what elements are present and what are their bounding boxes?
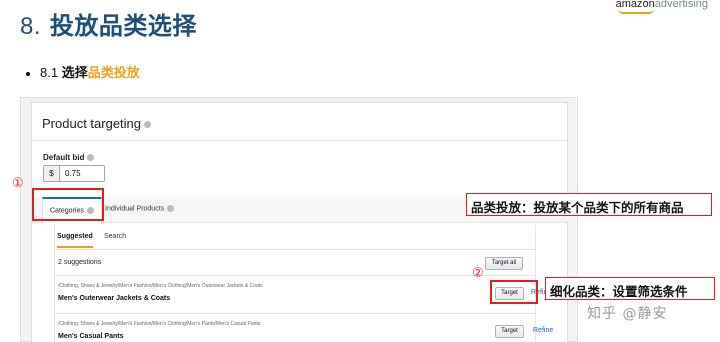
- info-icon: [87, 154, 95, 162]
- default-bid-label: Default bid: [43, 153, 95, 162]
- refine-link[interactable]: Refine: [533, 327, 553, 334]
- category-name: Men's Casual Pants: [58, 333, 124, 340]
- target-button[interactable]: Target: [495, 325, 524, 338]
- zhihu-watermark: 知乎 @静安: [587, 306, 668, 322]
- amazon-advertising-logo: amazonadvertising: [616, 0, 708, 14]
- subtab-bar: Suggested Search: [55, 225, 535, 250]
- slide-title: 8. 投放品类选择: [20, 12, 197, 40]
- bid-value: 0.75: [65, 169, 81, 178]
- default-bid-input[interactable]: $ 0.75: [43, 165, 105, 182]
- info-icon: [167, 205, 175, 212]
- suggestions-panel: Suggested Search 2 suggestions Target al…: [54, 225, 553, 342]
- card-title: Product targeting: [42, 116, 142, 131]
- marker-two: ②: [472, 266, 484, 281]
- bullet-item: 8.1 选择品类投放: [26, 62, 140, 81]
- marker-one: ①: [12, 176, 24, 191]
- info-icon: [144, 121, 152, 129]
- category-path: /Clothing, Shoes & Jewelry/Men's Fashion…: [58, 321, 261, 327]
- target-all-button[interactable]: Target all: [485, 257, 523, 270]
- currency-symbol: $: [44, 166, 60, 181]
- category-path: /Clothing, Shoes & Jewelry/Men's Fashion…: [58, 283, 263, 289]
- category-name: Men's Outerwear Jackets & Coats: [58, 295, 171, 302]
- refine-highlight-box: [490, 280, 538, 304]
- bullet-dot-icon: [26, 71, 30, 76]
- callout-category-targeting: 品类投放：投放某个品类下的所有商品: [466, 193, 712, 216]
- subtab-suggested[interactable]: Suggested: [57, 233, 93, 248]
- product-targeting-card: Product targeting Default bid $ 0.75 Cat…: [31, 102, 568, 342]
- tab-individual-products[interactable]: Individual Products: [105, 205, 175, 212]
- callout-refine-category: 细化品类：设置筛选条件: [545, 277, 715, 300]
- subtab-search[interactable]: Search: [104, 233, 126, 240]
- row-divider: [55, 275, 535, 276]
- row-divider: [55, 313, 535, 314]
- card-header: Product targeting: [32, 103, 567, 141]
- suggestion-count: 2 suggestions: [58, 259, 102, 266]
- categories-highlight-box: [32, 188, 104, 221]
- smile-icon: [617, 9, 654, 14]
